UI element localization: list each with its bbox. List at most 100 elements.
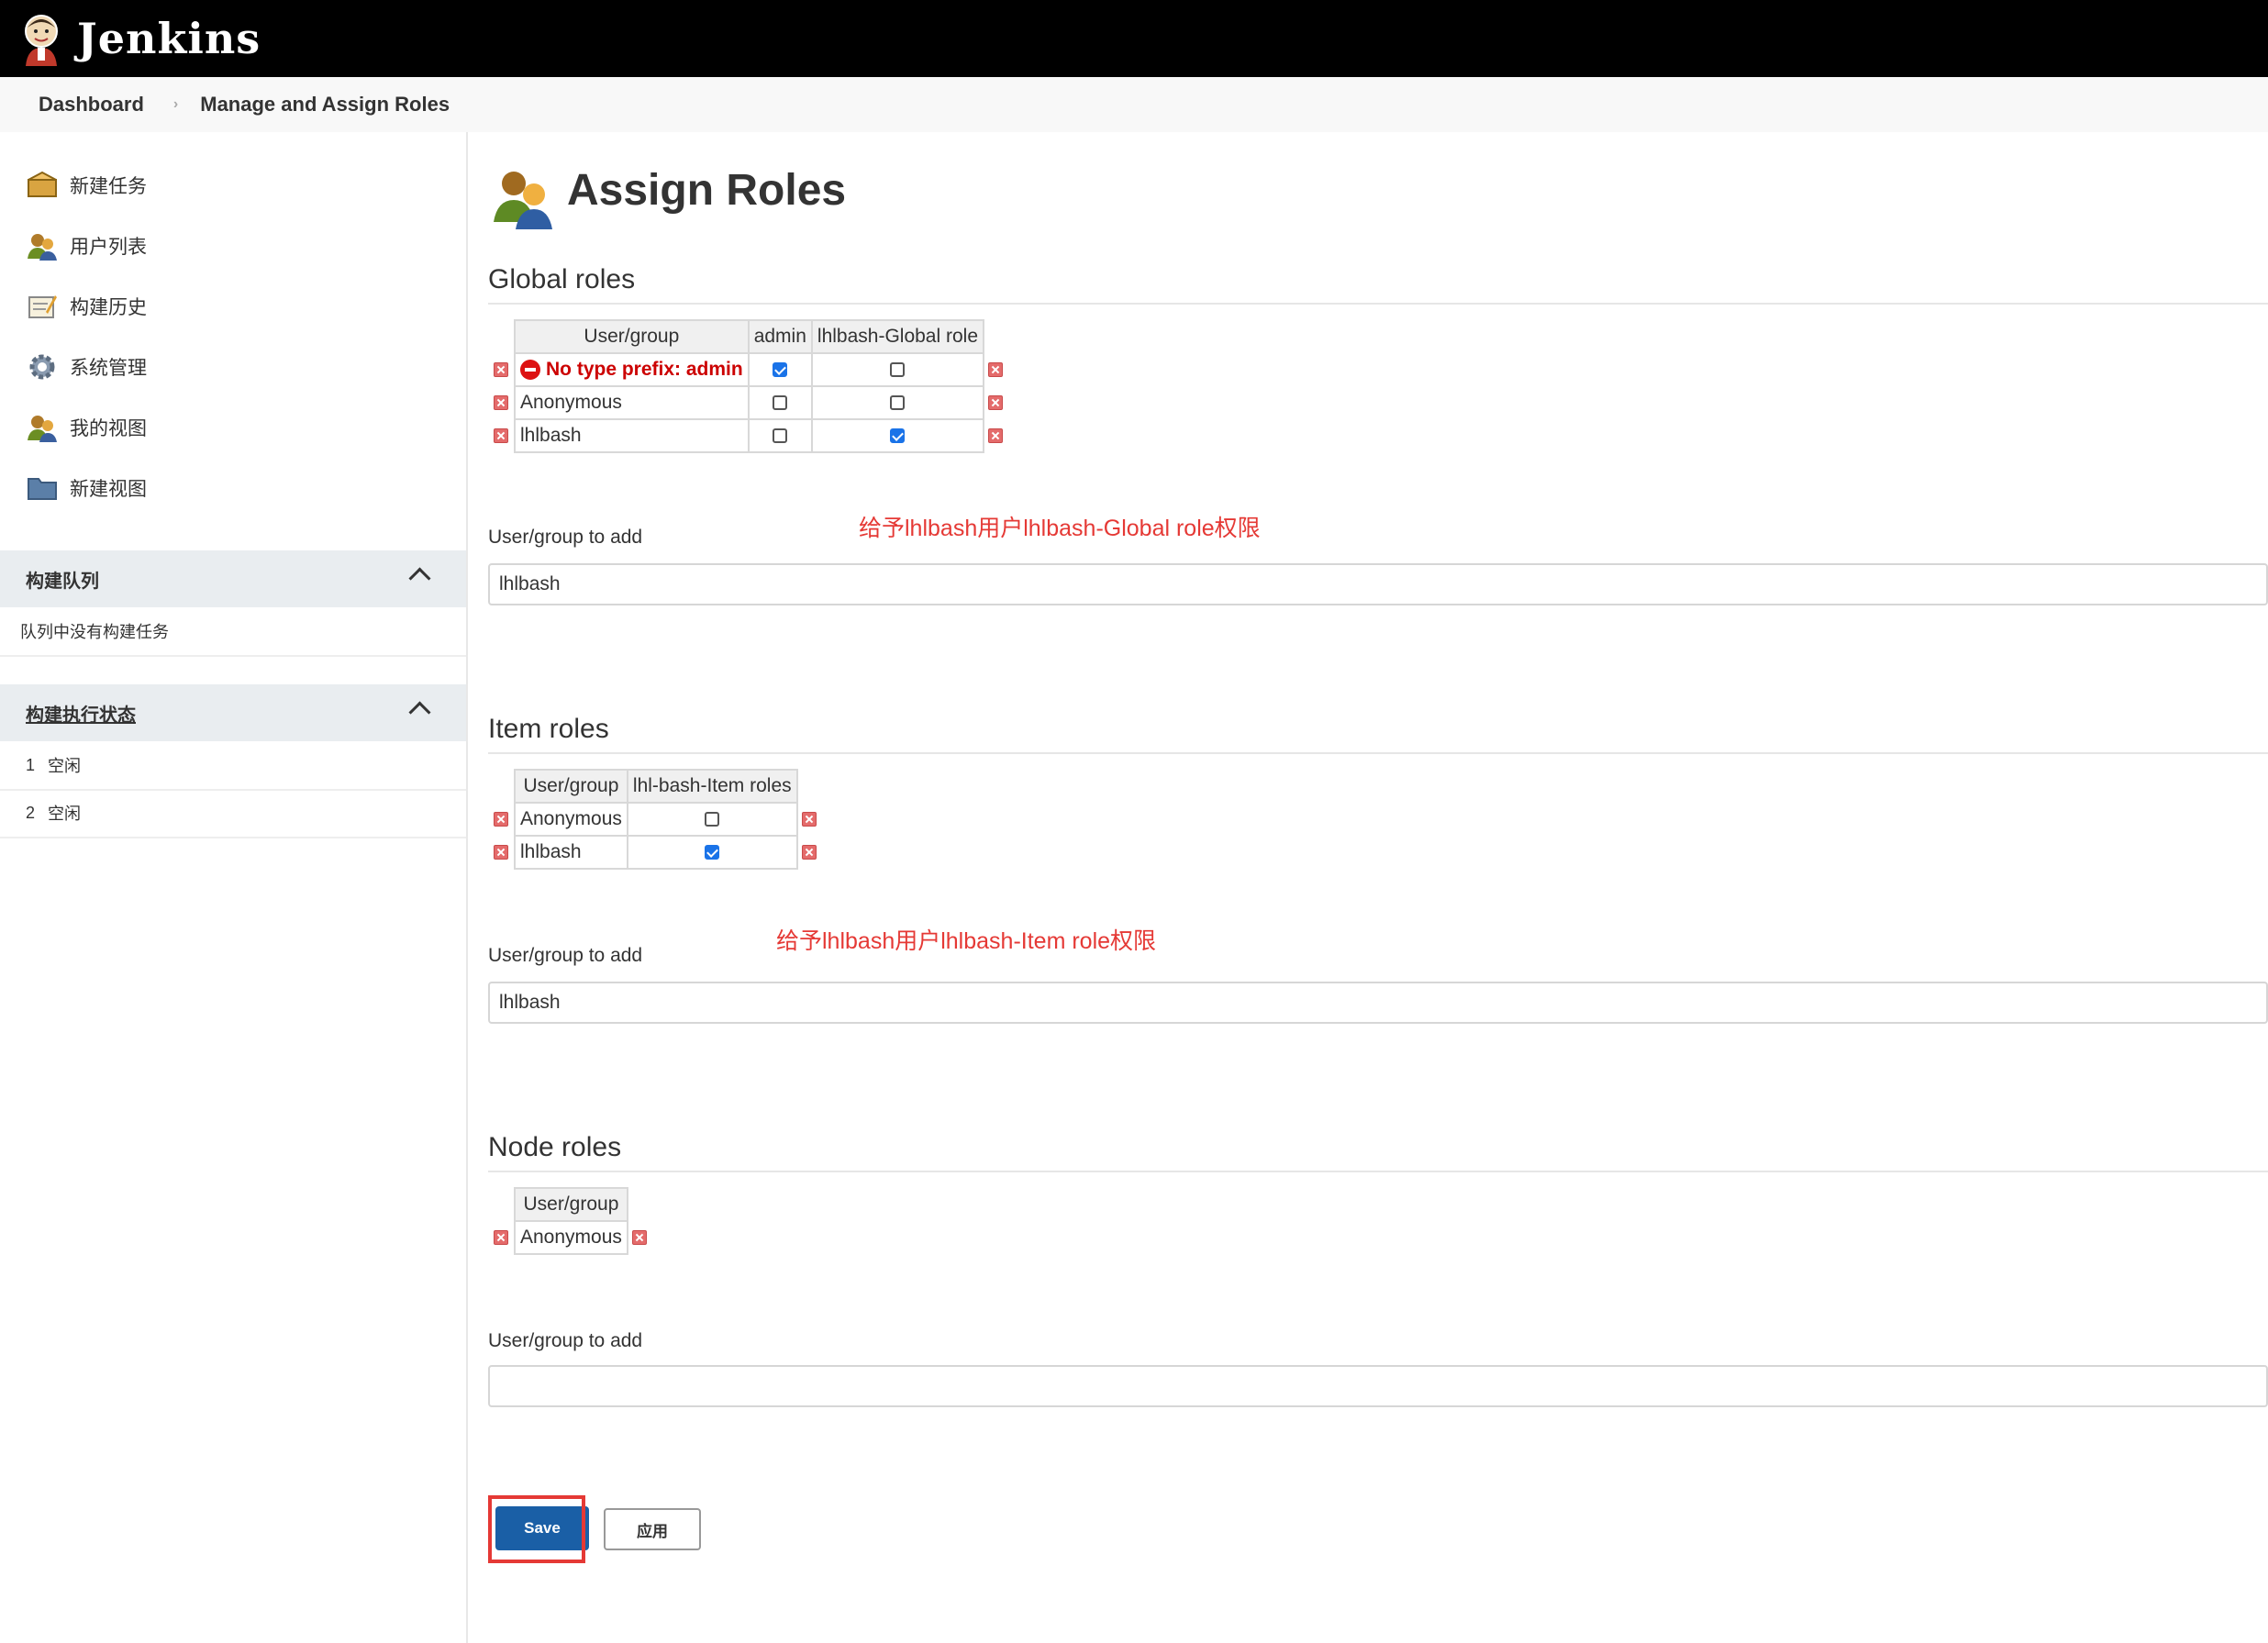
global-roles-title: Global roles — [488, 264, 2268, 305]
delete-row-icon[interactable] — [494, 1230, 508, 1246]
chevron-up-icon[interactable] — [408, 701, 431, 724]
task-label: 用户列表 — [70, 237, 147, 258]
folder-icon — [26, 472, 59, 505]
task-build-history[interactable]: 构建历史 — [26, 288, 147, 325]
user-name: lhlbash — [514, 835, 628, 870]
delete-row-icon[interactable] — [631, 1230, 647, 1246]
user-name: Anonymous — [514, 385, 750, 420]
delete-row-icon[interactable] — [988, 395, 1004, 411]
task-label: 我的视图 — [70, 418, 147, 439]
role-checkbox[interactable] — [705, 845, 720, 860]
column-header-user-group: User/group — [514, 319, 750, 354]
table-row: No type prefix: admin — [490, 352, 1008, 387]
role-checkbox[interactable] — [705, 812, 720, 827]
task-users[interactable]: 用户列表 — [26, 228, 147, 264]
item-user-group-input[interactable] — [488, 982, 2268, 1024]
delete-row-icon[interactable] — [494, 395, 508, 411]
role-checkbox[interactable] — [890, 395, 906, 411]
node-add-label: User/group to add — [488, 1330, 643, 1351]
build-queue-empty-text: 队列中没有构建任务 — [20, 623, 169, 641]
node-roles-title: Node roles — [488, 1132, 2268, 1172]
breadcrumb: Dashboard › Manage and Assign Roles — [0, 77, 2268, 132]
error-icon — [520, 360, 540, 381]
global-annotation: 给予lhlbash用户lhlbash-Global role权限 — [859, 516, 1261, 541]
build-history-icon — [26, 290, 59, 323]
build-queue-title: 构建队列 — [26, 571, 99, 592]
executor-row: 2 空闲 — [0, 789, 466, 838]
global-roles-table: User/group admin lhlbash-Global role No … — [490, 319, 1008, 453]
executor-number: 2 — [26, 803, 36, 822]
task-manage-jenkins[interactable]: 系统管理 — [26, 349, 147, 385]
task-label: 新建视图 — [70, 479, 147, 500]
user-name: Anonymous — [514, 1220, 628, 1255]
build-queue-empty: 队列中没有构建任务 — [0, 607, 466, 657]
delete-row-icon[interactable] — [988, 362, 1004, 378]
item-roles-title: Item roles — [488, 714, 2268, 754]
table-row: Anonymous — [490, 802, 822, 837]
delete-row-icon[interactable] — [494, 845, 508, 860]
column-header-user-group: User/group — [514, 1187, 628, 1222]
table-header-row: User/group admin lhlbash-Global role — [490, 319, 1008, 354]
build-queue-header[interactable]: 构建队列 — [0, 550, 466, 607]
jenkins-brand[interactable]: Jenkins — [77, 14, 261, 63]
column-header-admin: admin — [747, 319, 813, 354]
task-label: 新建任务 — [70, 176, 147, 197]
task-new-view[interactable]: 新建视图 — [26, 470, 147, 506]
table-header-row: User/group lhl-bash-Item roles — [490, 769, 822, 804]
assign-roles-icon — [492, 165, 556, 229]
executor-status: 空闲 — [48, 757, 82, 775]
table-row: lhlbash — [490, 835, 822, 870]
delete-row-icon[interactable] — [494, 812, 508, 827]
users-icon — [26, 229, 59, 262]
table-row: Anonymous — [490, 385, 1008, 420]
gear-icon — [26, 350, 59, 383]
user-view-icon — [26, 411, 59, 444]
breadcrumb-current[interactable]: Manage and Assign Roles — [200, 93, 450, 117]
task-my-views[interactable]: 我的视图 — [26, 409, 147, 446]
executor-number: 1 — [26, 755, 36, 774]
delete-row-icon[interactable] — [801, 845, 817, 860]
role-checkbox[interactable] — [773, 428, 788, 444]
item-annotation: 给予lhlbash用户lhlbash-Item role权限 — [776, 928, 1157, 954]
user-cell: No type prefix: admin — [514, 352, 750, 387]
page-header: Jenkins — [0, 0, 2268, 77]
executors-title[interactable]: 构建执行状态 — [26, 700, 136, 727]
column-header-item-role: lhl-bash-Item roles — [626, 769, 798, 804]
item-add-label: User/group to add — [488, 945, 643, 966]
new-item-icon — [26, 169, 59, 202]
role-checkbox[interactable] — [773, 395, 788, 411]
table-row: lhlbash — [490, 418, 1008, 453]
task-label: 系统管理 — [70, 358, 147, 379]
delete-row-icon[interactable] — [988, 428, 1004, 444]
page-title: Assign Roles — [567, 166, 847, 215]
role-checkbox[interactable] — [890, 428, 906, 444]
delete-row-icon[interactable] — [494, 428, 508, 444]
side-panel: 新建任务 用户列表 构建历史 系统管理 我的视图 新建视图 构建队列 队列中没有… — [0, 132, 468, 1643]
jenkins-logo-icon[interactable] — [20, 11, 62, 66]
global-user-group-input[interactable] — [488, 563, 2268, 605]
item-roles-table: User/group lhl-bash-Item roles Anonymous… — [490, 769, 822, 870]
executors-header[interactable]: 构建执行状态 — [0, 684, 466, 741]
save-button[interactable]: Save — [495, 1506, 589, 1550]
role-checkbox[interactable] — [890, 362, 906, 378]
delete-row-icon[interactable] — [494, 362, 508, 378]
chevron-up-icon[interactable] — [408, 567, 431, 590]
breadcrumb-separator-icon: › — [172, 96, 179, 112]
executor-row: 1 空闲 — [0, 741, 466, 791]
role-checkbox[interactable] — [773, 362, 788, 378]
main-panel: Assign Roles Global roles User/group adm… — [486, 132, 2268, 1643]
executor-status: 空闲 — [48, 805, 82, 823]
delete-row-icon[interactable] — [801, 812, 817, 827]
task-label: 构建历史 — [70, 297, 147, 318]
table-header-row: User/group — [490, 1187, 652, 1222]
task-new-item[interactable]: 新建任务 — [26, 167, 147, 204]
user-name-error: No type prefix: admin — [546, 359, 743, 380]
column-header-global-role: lhlbash-Global role — [810, 319, 985, 354]
node-roles-table: User/group Anonymous — [490, 1187, 652, 1255]
apply-button[interactable]: 应用 — [604, 1508, 701, 1550]
breadcrumb-dashboard[interactable]: Dashboard — [39, 93, 144, 117]
global-add-label: User/group to add — [488, 527, 643, 548]
node-user-group-input[interactable] — [488, 1365, 2268, 1407]
user-name: Anonymous — [514, 802, 628, 837]
user-name: lhlbash — [514, 418, 750, 453]
